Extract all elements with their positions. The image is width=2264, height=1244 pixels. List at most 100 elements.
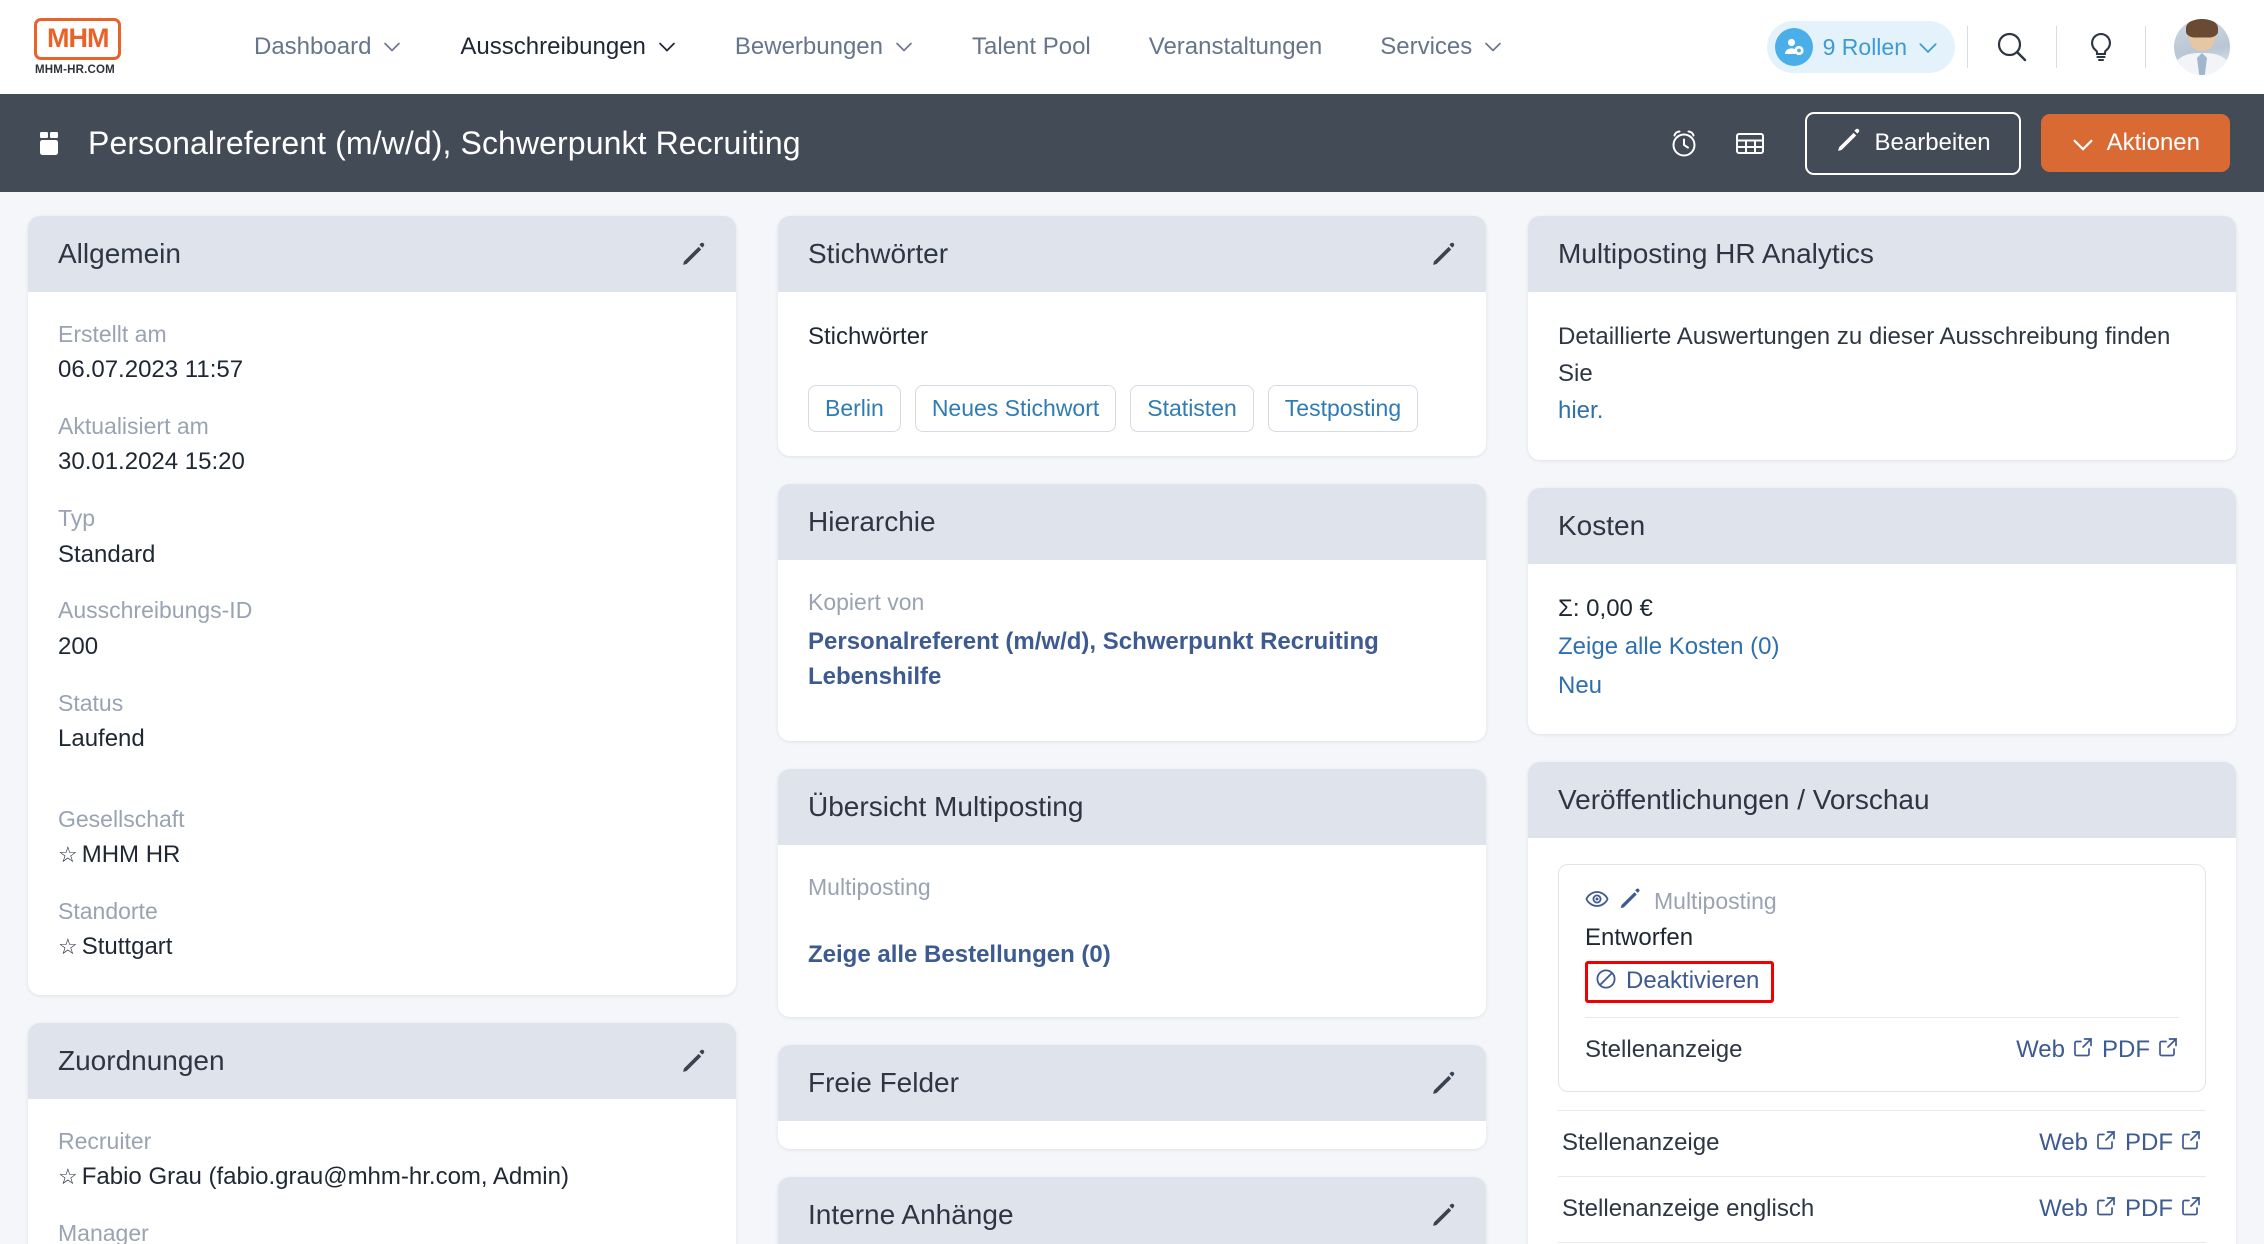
chevron-down-icon	[2071, 133, 2093, 153]
roles-selector[interactable]: 9 Rollen	[1766, 21, 1955, 73]
pencil-icon[interactable]	[1430, 1202, 1456, 1228]
card-header: Interne Anhänge	[778, 1176, 1486, 1244]
row-links: Web PDF	[2039, 1195, 2202, 1224]
edit-button-label: Bearbeiten	[1874, 129, 1991, 156]
pdf-link[interactable]: PDF	[2125, 1195, 2202, 1224]
external-link-icon	[2180, 1195, 2202, 1224]
edit-button[interactable]: Bearbeiten	[1804, 111, 2021, 175]
brand-logo[interactable]: MHM MHM-HR.COM	[34, 18, 154, 76]
web-link[interactable]: Web	[2016, 1036, 2094, 1065]
nav-item-ausschreibungen[interactable]: Ausschreibungen	[460, 33, 676, 61]
card-stichwoerter: Stichwörter Stichwörter Berlin Neues Sti…	[778, 216, 1486, 456]
card-body: Multiposting Zeige alle Bestellungen (0)	[778, 845, 1486, 1017]
web-link-label: Web	[2039, 1129, 2088, 1157]
external-link-icon	[2180, 1129, 2202, 1158]
eye-icon[interactable]	[1585, 887, 1609, 916]
external-link-icon	[2095, 1195, 2117, 1224]
nav-item-talent-pool[interactable]: Talent Pool	[972, 33, 1091, 61]
column-middle: Stichwörter Stichwörter Berlin Neues Sti…	[778, 216, 1486, 1244]
column-left: Allgemein Erstellt am 06.07.2023 11:57 A…	[28, 216, 736, 1244]
hierarchie-parent-link[interactable]: Personalreferent (m/w/d), Schwerpunkt Re…	[808, 625, 1456, 695]
pencil-icon[interactable]	[680, 1048, 706, 1074]
show-all-orders-link[interactable]: Zeige alle Bestellungen (0)	[808, 938, 1456, 973]
web-link[interactable]: Web	[2039, 1129, 2117, 1158]
row-label: Stellenanzeige	[1562, 1129, 1720, 1157]
ban-icon	[1594, 967, 1618, 996]
row-links: Web PDF	[2039, 1129, 2202, 1158]
web-link[interactable]: Web	[2039, 1195, 2117, 1224]
divider	[1967, 26, 1968, 68]
pencil-icon[interactable]	[1430, 241, 1456, 267]
card-body: Σ: 0,00 € Zeige alle Kosten (0) Neu	[1528, 564, 2236, 734]
card-title: Hierarchie	[808, 505, 936, 537]
table-icon[interactable]	[1717, 113, 1783, 173]
pencil-icon[interactable]	[1430, 1070, 1456, 1096]
analytics-description: Detaillierte Auswertungen zu dieser Auss…	[1558, 323, 2171, 388]
publication-meta: Multiposting	[1585, 887, 2179, 916]
field-value-row: ☆ Stuttgart	[58, 930, 706, 965]
card-header: Allgemein	[28, 216, 736, 292]
pdf-link-label: PDF	[2125, 1129, 2173, 1157]
pdf-link[interactable]: PDF	[2125, 1129, 2202, 1158]
field-value: MHM HR	[81, 841, 181, 869]
field-label: Aktualisiert am	[58, 413, 209, 440]
logo-mark: MHM	[34, 18, 122, 60]
pencil-icon	[1835, 127, 1861, 160]
analytics-text: Detaillierte Auswertungen zu dieser Auss…	[1558, 318, 2206, 430]
card-header: Multiposting HR Analytics	[1528, 216, 2236, 292]
row-label: Stellenanzeige englisch	[1562, 1195, 1815, 1223]
card-title: Allgemein	[58, 238, 181, 269]
nav-item-label: Services	[1380, 33, 1473, 60]
kosten-sum: Σ: 0,00 €	[1558, 594, 1653, 622]
kosten-new-link[interactable]: Neu	[1558, 669, 2206, 704]
field-value: 06.07.2023 11:57	[58, 356, 244, 384]
content-board: Allgemein Erstellt am 06.07.2023 11:57 A…	[0, 192, 2264, 1244]
publication-status: Entworfen	[1585, 923, 1694, 951]
page-title-bar: Personalreferent (m/w/d), Schwerpunkt Re…	[0, 94, 2264, 192]
chevron-down-icon	[894, 37, 914, 57]
search-icon[interactable]	[1980, 21, 2044, 73]
star-icon: ☆	[58, 934, 78, 960]
tag-item[interactable]: Berlin	[808, 384, 901, 432]
tag-item[interactable]: Statisten	[1130, 384, 1254, 432]
field-status: Status Laufend	[58, 687, 706, 757]
field-label: Erstellt am	[58, 321, 167, 347]
field-label: Gesellschaft	[58, 805, 185, 832]
star-icon: ☆	[58, 842, 78, 868]
star-icon: ☆	[58, 1164, 78, 1190]
logo-subtext: MHM-HR.COM	[35, 63, 115, 76]
card-body: Kopiert von Personalreferent (m/w/d), Sc…	[778, 560, 1486, 741]
pdf-link-label: PDF	[2125, 1195, 2173, 1223]
chevron-down-icon	[1917, 37, 1937, 57]
chevron-down-icon	[382, 37, 402, 57]
pencil-icon[interactable]	[680, 241, 706, 267]
lightbulb-icon[interactable]	[2069, 21, 2133, 73]
field-value: 30.01.2024 15:20	[58, 448, 245, 476]
row-label: Stellenanzeige	[1585, 1036, 1743, 1064]
avatar[interactable]	[2174, 19, 2230, 75]
card-hierarchie: Hierarchie Kopiert von Personalreferent …	[778, 483, 1486, 741]
web-link-label: Web	[2016, 1036, 2065, 1064]
tag-item[interactable]: Testposting	[1267, 384, 1419, 432]
deactivate-action[interactable]: Deaktivieren	[1585, 960, 1775, 1003]
card-title: Stichwörter	[808, 238, 949, 269]
card-veroeffentlichungen: Veröffentlichungen / Vorschau Multiposti…	[1528, 761, 2236, 1244]
card-header: Übersicht Multiposting	[778, 768, 1486, 845]
kosten-show-all-link[interactable]: Zeige alle Kosten (0)	[1558, 630, 2206, 665]
pdf-link[interactable]: PDF	[2102, 1036, 2179, 1065]
field-label: Kopiert von	[808, 588, 925, 615]
nav-item-bewerbungen[interactable]: Bewerbungen	[735, 33, 914, 61]
nav-item-dashboard[interactable]: Dashboard	[254, 33, 402, 61]
divider	[2056, 26, 2057, 68]
tag-item[interactable]: Neues Stichwort	[914, 384, 1117, 432]
card-uebersicht-multiposting: Übersicht Multiposting Multiposting Zeig…	[778, 768, 1486, 1017]
nav-item-services[interactable]: Services	[1380, 33, 1503, 61]
analytics-link[interactable]: hier.	[1558, 397, 1603, 424]
alarm-clock-icon[interactable]	[1651, 113, 1717, 173]
nav-item-veranstaltungen[interactable]: Veranstaltungen	[1149, 33, 1322, 61]
pencil-icon[interactable]	[1618, 887, 1641, 915]
card-analytics: Multiposting HR Analytics Detaillierte A…	[1528, 216, 2236, 460]
actions-button[interactable]: Aktionen	[2040, 114, 2230, 172]
field-value-row: ☆ MHM HR	[58, 838, 706, 873]
card-header: Hierarchie	[778, 483, 1486, 560]
